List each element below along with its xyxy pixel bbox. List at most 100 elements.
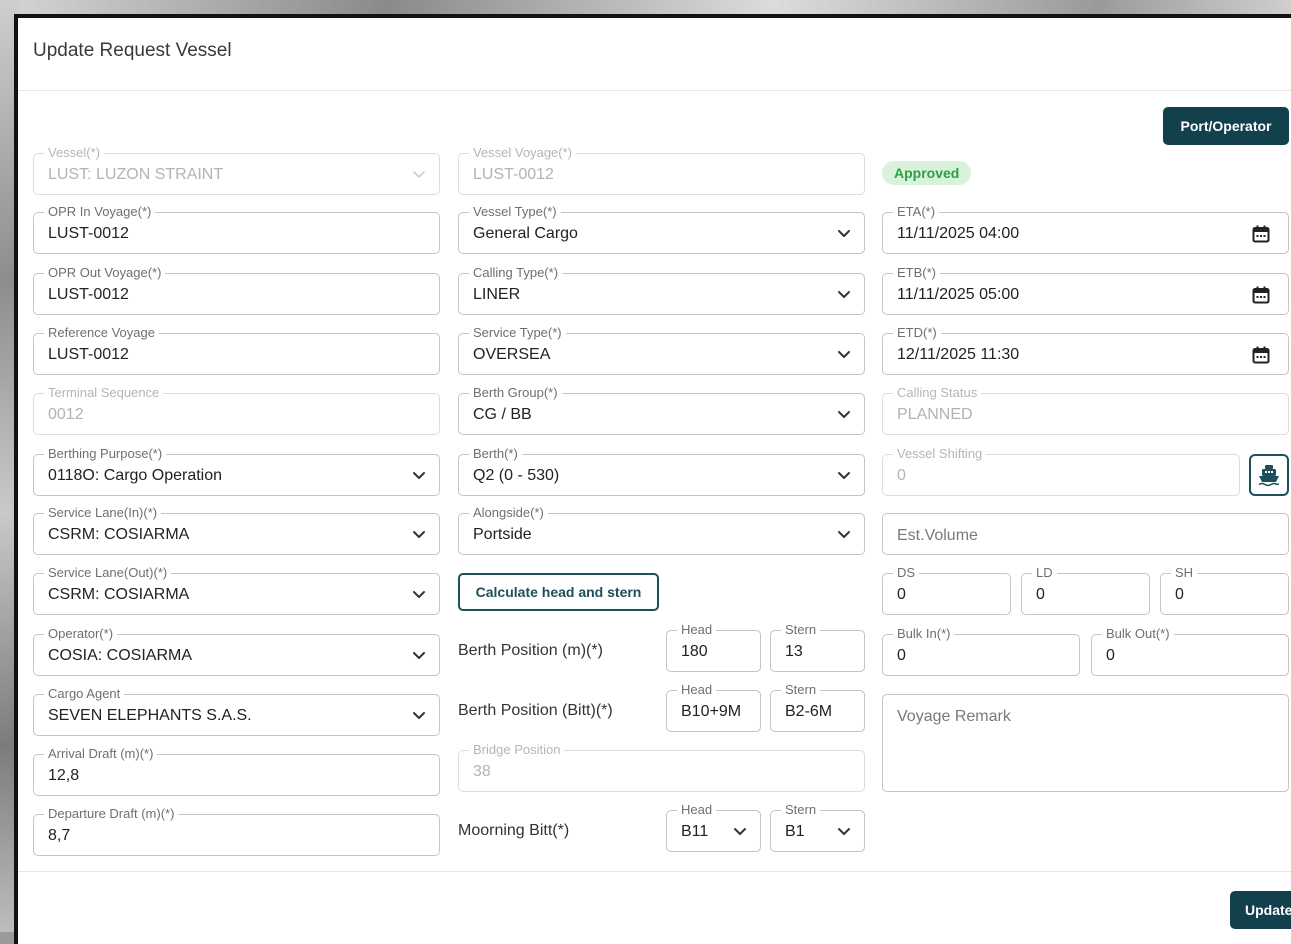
eta-field[interactable]: ETA(*) 11/11/2025 04:00 bbox=[882, 205, 1289, 254]
bridge-position-label: Bridge Position bbox=[469, 743, 565, 757]
ld-label: LD bbox=[1032, 566, 1057, 580]
ship-icon bbox=[1258, 465, 1280, 487]
sh-value: 0 bbox=[1175, 586, 1184, 603]
reference-voyage-value: LUST-0012 bbox=[48, 346, 129, 363]
bulk-in-value: 0 bbox=[897, 647, 906, 664]
berthing-purpose-select[interactable]: Berthing Purpose(*) 0118O: Cargo Operati… bbox=[33, 447, 440, 496]
etd-label: ETD(*) bbox=[893, 326, 941, 340]
vessel-shifting-value: 0 bbox=[897, 467, 906, 484]
chevron-down-icon bbox=[836, 346, 852, 362]
bulk-out-value: 0 bbox=[1106, 647, 1115, 664]
est-volume-input[interactable]: Est.Volume bbox=[882, 513, 1289, 555]
arrival-draft-label: Arrival Draft (m)(*) bbox=[44, 747, 158, 761]
calling-type-select[interactable]: Calling Type(*) LINER bbox=[458, 266, 865, 315]
chevron-down-icon bbox=[836, 225, 852, 241]
update-vessel-dialog: Update Request Vessel × Port/Operator Ve… bbox=[14, 14, 1291, 944]
terminal-sequence-value: 0012 bbox=[48, 406, 84, 423]
chevron-down-icon bbox=[411, 586, 427, 602]
voyage-remark-textarea[interactable]: Voyage Remark bbox=[882, 694, 1289, 792]
head-value: 180 bbox=[681, 643, 708, 660]
berth-position-bitt-head-input[interactable]: Head B10+9M bbox=[666, 683, 761, 732]
etb-label: ETB(*) bbox=[893, 266, 940, 280]
stern-value: B1 bbox=[785, 823, 805, 840]
status-badge: Approved bbox=[882, 161, 972, 185]
vessel-voyage-value: LUST-0012 bbox=[473, 166, 554, 183]
vessel-shifting-button[interactable] bbox=[1249, 454, 1289, 496]
ds-input[interactable]: DS 0 bbox=[882, 566, 1011, 615]
service-lane-out-select[interactable]: Service Lane(Out)(*) CSRM: COSIARMA bbox=[33, 566, 440, 615]
opr-in-voyage-label: OPR In Voyage(*) bbox=[44, 205, 156, 219]
terminal-sequence-label: Terminal Sequence bbox=[44, 386, 164, 400]
head-value: B11 bbox=[681, 823, 709, 840]
head-value: B10+9M bbox=[681, 703, 742, 720]
chevron-down-icon bbox=[836, 823, 852, 839]
berth-select[interactable]: Berth(*) Q2 (0 - 530) bbox=[458, 447, 865, 496]
reference-voyage-label: Reference Voyage bbox=[44, 326, 159, 340]
chevron-down-icon bbox=[411, 647, 427, 663]
alongside-value: Portside bbox=[473, 526, 532, 543]
calling-type-value: LINER bbox=[473, 286, 521, 303]
berth-group-label: Berth Group(*) bbox=[469, 386, 562, 400]
stern-value: B2-6M bbox=[785, 703, 833, 720]
voyage-remark-placeholder: Voyage Remark bbox=[897, 708, 1011, 725]
update-button[interactable]: Update bbox=[1230, 891, 1291, 929]
moorning-bitt-stern-select[interactable]: Stern B1 bbox=[770, 803, 865, 852]
dialog-title: Update Request Vessel bbox=[33, 40, 232, 61]
departure-draft-input[interactable]: Departure Draft (m)(*) 8,7 bbox=[33, 807, 440, 856]
calendar-icon[interactable] bbox=[1252, 225, 1270, 243]
eta-value: 11/11/2025 04:00 bbox=[897, 225, 1020, 242]
moorning-bitt-head-select[interactable]: Head B11 bbox=[666, 803, 761, 852]
opr-in-voyage-value: LUST-0012 bbox=[48, 225, 129, 242]
calendar-icon[interactable] bbox=[1252, 286, 1270, 304]
vessel-type-select[interactable]: Vessel Type(*) General Cargo bbox=[458, 205, 865, 254]
berth-position-bitt-stern-input[interactable]: Stern B2-6M bbox=[770, 683, 865, 732]
dialog-footer bbox=[18, 871, 1291, 872]
berth-position-m-stern-input[interactable]: Stern 13 bbox=[770, 623, 865, 672]
bulk-out-input[interactable]: Bulk Out(*) 0 bbox=[1091, 627, 1289, 676]
stern-label: Stern bbox=[781, 803, 821, 817]
berthing-purpose-label: Berthing Purpose(*) bbox=[44, 447, 167, 461]
calculate-head-stern-button[interactable]: Calculate head and stern bbox=[458, 573, 659, 611]
reference-voyage-field[interactable]: Reference Voyage LUST-0012 bbox=[33, 326, 440, 375]
opr-out-voyage-field[interactable]: OPR Out Voyage(*) LUST-0012 bbox=[33, 266, 440, 315]
ld-input[interactable]: LD 0 bbox=[1021, 566, 1150, 615]
berth-value: Q2 (0 - 530) bbox=[473, 467, 560, 484]
berth-group-select[interactable]: Berth Group(*) CG / BB bbox=[458, 386, 865, 435]
opr-in-voyage-field[interactable]: OPR In Voyage(*) LUST-0012 bbox=[33, 205, 440, 254]
operator-select[interactable]: Operator(*) COSIA: COSIARMA bbox=[33, 627, 440, 676]
service-type-select[interactable]: Service Type(*) OVERSEA bbox=[458, 326, 865, 375]
service-lane-out-label: Service Lane(Out)(*) bbox=[44, 566, 172, 580]
service-lane-in-select[interactable]: Service Lane(In)(*) CSRM: COSIARMA bbox=[33, 506, 440, 555]
ld-value: 0 bbox=[1036, 586, 1045, 603]
berth-position-m-head-input[interactable]: Head 180 bbox=[666, 623, 761, 672]
calling-type-label: Calling Type(*) bbox=[469, 266, 563, 280]
cargo-agent-select[interactable]: Cargo Agent SEVEN ELEPHANTS S.A.S. bbox=[33, 687, 440, 736]
bulk-in-input[interactable]: Bulk In(*) 0 bbox=[882, 627, 1080, 676]
cargo-agent-label: Cargo Agent bbox=[44, 687, 125, 701]
est-volume-placeholder: Est.Volume bbox=[897, 527, 978, 544]
vessel-voyage-label: Vessel Voyage(*) bbox=[469, 146, 577, 160]
sh-input[interactable]: SH 0 bbox=[1160, 566, 1289, 615]
alongside-select[interactable]: Alongside(*) Portside bbox=[458, 506, 865, 555]
berth-group-value: CG / BB bbox=[473, 406, 532, 423]
etd-value: 12/11/2025 11:30 bbox=[897, 346, 1020, 363]
chevron-down-icon bbox=[836, 526, 852, 542]
head-label: Head bbox=[677, 623, 717, 637]
vessel-voyage-field: Vessel Voyage(*) LUST-0012 bbox=[458, 146, 865, 195]
port-operator-button[interactable]: Port/Operator bbox=[1163, 107, 1289, 145]
head-label: Head bbox=[677, 683, 717, 697]
opr-out-voyage-value: LUST-0012 bbox=[48, 286, 129, 303]
arrival-draft-input[interactable]: Arrival Draft (m)(*) 12,8 bbox=[33, 747, 440, 796]
etd-field[interactable]: ETD(*) 12/11/2025 11:30 bbox=[882, 326, 1289, 375]
chevron-down-icon bbox=[836, 406, 852, 422]
berth-label: Berth(*) bbox=[469, 447, 522, 461]
vessel-shifting-label: Vessel Shifting bbox=[893, 447, 987, 461]
chevron-down-icon bbox=[411, 467, 427, 483]
head-label: Head bbox=[677, 803, 717, 817]
etb-field[interactable]: ETB(*) 11/11/2025 05:00 bbox=[882, 266, 1289, 315]
calendar-icon[interactable] bbox=[1252, 346, 1270, 364]
service-type-value: OVERSEA bbox=[473, 346, 551, 363]
chevron-down-icon bbox=[836, 286, 852, 302]
bulk-in-label: Bulk In(*) bbox=[893, 627, 955, 641]
service-type-label: Service Type(*) bbox=[469, 326, 566, 340]
